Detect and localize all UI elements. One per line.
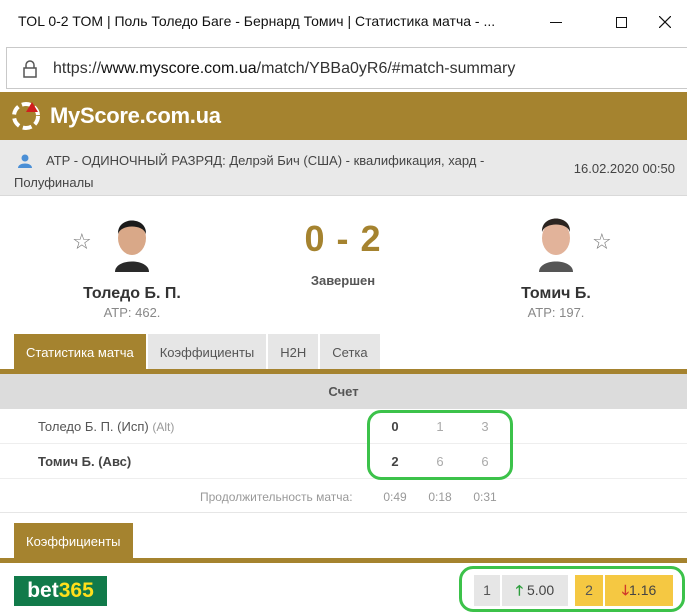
- score-row-player[interactable]: Томич Б. (Авс): [38, 454, 131, 469]
- away-player-avatar[interactable]: [531, 208, 581, 272]
- score-highlight-annotation: [367, 410, 513, 480]
- home-player-rank: ATP: 462.: [103, 305, 161, 320]
- away-player: Томич Б. ATP: 197.: [456, 200, 656, 320]
- tab-draw[interactable]: Сетка: [320, 334, 380, 371]
- duration-set-1: 0:18: [428, 490, 452, 504]
- minimize-button[interactable]: [533, 6, 579, 38]
- score-row-player-tag: (Alt): [152, 420, 175, 434]
- site-logo[interactable]: MyScore.com.ua: [10, 100, 221, 132]
- bet365-logo-part2: 365: [58, 579, 94, 602]
- url-text: https://www.myscore.com.ua/match/YBBa0yR…: [53, 60, 515, 78]
- url-field[interactable]: https://www.myscore.com.ua/match/YBBa0yR…: [6, 47, 687, 89]
- url-host: www.myscore.com.ua: [101, 60, 257, 77]
- away-player-name[interactable]: Томич Б.: [456, 285, 656, 303]
- maximize-icon: [615, 16, 627, 28]
- window-title: TOL 0-2 TOM | Поль Толедо Баге - Бернард…: [18, 13, 496, 29]
- favorite-star-away-icon[interactable]: ☆: [592, 229, 612, 255]
- match-duration-row: Продолжительность матча: 0:49 0:18 0:31: [0, 479, 687, 513]
- tab-h2h[interactable]: H2H: [268, 334, 319, 371]
- match-status: Завершен: [310, 273, 376, 288]
- url-protocol: https://: [53, 60, 102, 77]
- tab-match-statistics[interactable]: Статистика матча: [14, 334, 146, 371]
- address-bar: https://www.myscore.com.ua/match/YBBa0yR…: [0, 44, 687, 92]
- site-header: MyScore.com.ua: [0, 92, 687, 140]
- away-player-rank: ATP: 197.: [527, 305, 585, 320]
- match-datetime: 16.02.2020 00:50: [573, 161, 675, 176]
- home-player-name[interactable]: Толедо Б. П.: [32, 285, 232, 303]
- bet365-logo[interactable]: bet365: [14, 576, 107, 606]
- close-icon: [659, 16, 671, 28]
- url-path: /match/YBBa0yR6/#match-summary: [256, 60, 516, 77]
- close-button[interactable]: [642, 6, 687, 38]
- match-duration-label: Продолжительность матча:: [200, 490, 353, 504]
- home-player-avatar[interactable]: [107, 208, 157, 272]
- tournament-bar: ATP - ОДИНОЧНЫЙ РАЗРЯД: Делрэй Бич (США)…: [0, 140, 687, 196]
- match-score: 0 - 2: [304, 218, 382, 259]
- match-tabs: Статистика матча Коэффициенты H2H Сетка: [14, 334, 382, 371]
- logo-text: MyScore.com.ua: [50, 103, 221, 128]
- maximize-button[interactable]: [598, 6, 644, 38]
- score-row-player[interactable]: Толедо Б. П. (Исп) (Alt): [38, 419, 174, 434]
- score-row-player-name: Томич Б. (Авс): [38, 454, 132, 469]
- tournament-name[interactable]: ATP - ОДИНОЧНЫЙ РАЗРЯД: Делрэй Бич (США)…: [14, 150, 534, 194]
- tab-odds[interactable]: Коэффициенты: [147, 334, 267, 371]
- score-row-player-name: Толедо Б. П. (Исп): [38, 419, 149, 434]
- logo-icon: [12, 102, 40, 130]
- score-table-header: Счет: [0, 374, 687, 409]
- bet365-logo-part1: bet: [27, 579, 59, 602]
- home-player: Толедо Б. П. ATP: 462.: [32, 200, 232, 320]
- minimize-icon: [550, 21, 562, 23]
- duration-set-2: 0:31: [473, 490, 497, 504]
- window-titlebar: TOL 0-2 TOM | Поль Толедо Баге - Бернард…: [0, 0, 687, 44]
- lock-icon: [23, 60, 37, 78]
- duration-total: 0:49: [383, 490, 407, 504]
- score-row-home: Толедо Б. П. (Исп) (Alt) 0 1 3: [0, 409, 687, 444]
- score-row-away: Томич Б. (Авс) 2 6 6: [0, 444, 687, 479]
- odds-highlight-annotation: [459, 566, 685, 612]
- odds-section-tab[interactable]: Коэффициенты: [14, 523, 133, 560]
